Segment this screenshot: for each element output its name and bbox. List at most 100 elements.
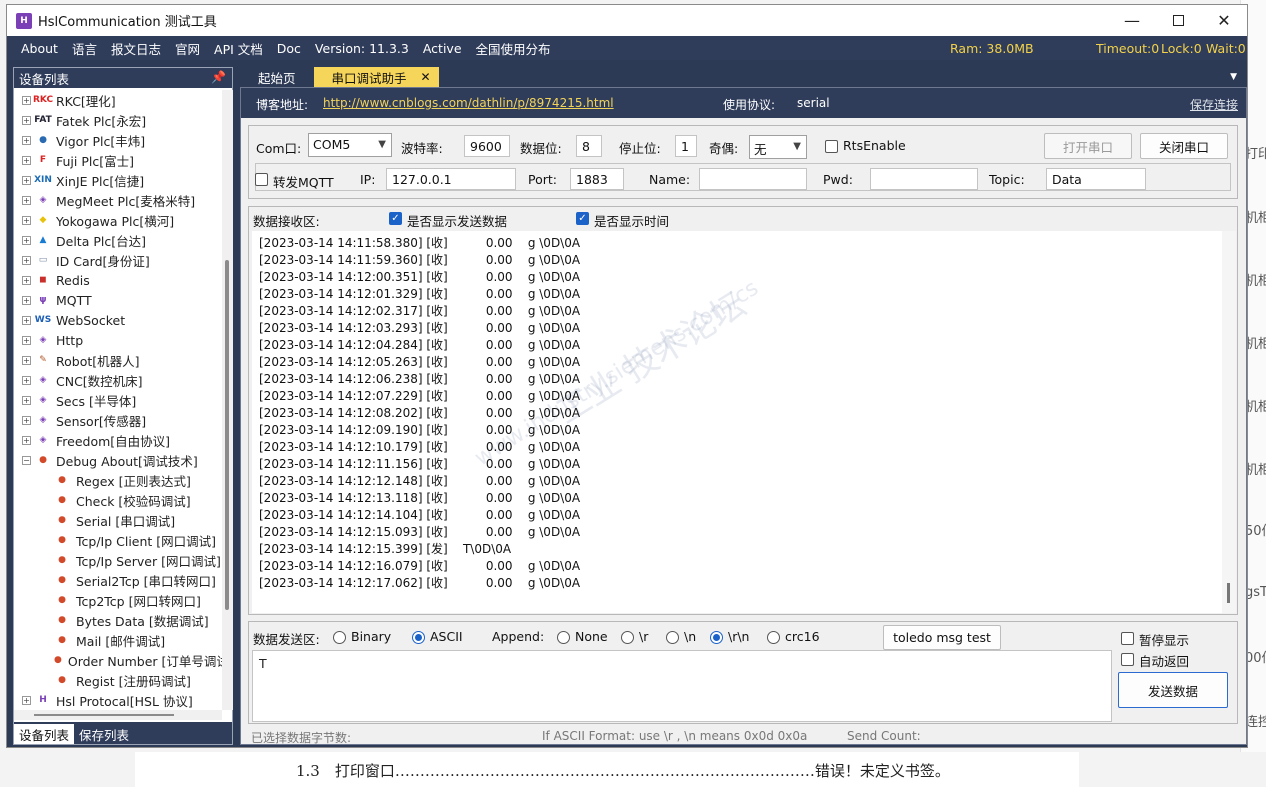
open-port-button[interactable]: 打开串口: [1044, 133, 1132, 159]
tabs-dropdown-icon[interactable]: ▼: [1230, 72, 1237, 82]
rts-enable-checkbox[interactable]: [825, 140, 838, 153]
tab-close-icon[interactable]: ✕: [421, 70, 431, 84]
close-window-button[interactable]: ✕: [1201, 5, 1247, 36]
expand-icon[interactable]: +: [22, 255, 31, 265]
menu-message-log[interactable]: 报文日志: [111, 39, 161, 58]
maximize-button[interactable]: [1155, 5, 1201, 36]
tree-node[interactable]: + ◼ Redis: [14, 270, 222, 290]
pause-display-checkbox[interactable]: [1121, 632, 1134, 645]
collapse-icon[interactable]: −: [22, 455, 31, 465]
tree-child-node[interactable]: ● Regex [正则表达式]: [14, 470, 222, 490]
menu-version[interactable]: Version: 11.3.3: [315, 41, 409, 56]
tree-node[interactable]: + XIN XinJE Plc[信捷]: [14, 170, 222, 190]
tree-node[interactable]: + ▭ ID Card[身份证]: [14, 250, 222, 270]
tree-child-node[interactable]: ● Serial2Tcp [串口转网口]: [14, 570, 222, 590]
tree-node[interactable]: + F Fuji Plc[富士]: [14, 150, 222, 170]
tree-child-node[interactable]: ● Tcp/Ip Client [网口调试]: [14, 530, 222, 550]
menu-official-site[interactable]: 官网: [175, 39, 200, 58]
tree-node[interactable]: + WS WebSocket: [14, 310, 222, 330]
device-tree-scrollbar[interactable]: [222, 90, 233, 710]
tree-child-node[interactable]: ● Bytes Data [数据调试]: [14, 610, 222, 630]
expand-icon[interactable]: +: [22, 435, 31, 445]
receive-log-scrollbar[interactable]: [1222, 231, 1236, 613]
expand-icon[interactable]: +: [22, 415, 31, 425]
send-input[interactable]: T: [252, 650, 1112, 722]
menu-usage-map[interactable]: 全国使用分布: [476, 39, 551, 58]
tree-node[interactable]: + ◈ CNC[数控机床]: [14, 370, 222, 390]
tree-child-node[interactable]: ● Tcp2Tcp [网口转网口]: [14, 590, 222, 610]
expand-icon[interactable]: +: [22, 695, 31, 705]
menu-active[interactable]: Active: [423, 41, 462, 56]
expand-icon[interactable]: +: [22, 375, 31, 385]
expand-icon[interactable]: +: [22, 335, 31, 345]
pin-icon[interactable]: 📌: [211, 70, 226, 84]
toledo-test-button[interactable]: toledo msg test: [883, 625, 1001, 650]
tree-node[interactable]: + ✎ Robot[机器人]: [14, 350, 222, 370]
tree-node[interactable]: + ◈ Freedom[自由协议]: [14, 430, 222, 450]
mqtt-ip-input[interactable]: 127.0.0.1: [386, 168, 516, 190]
append-n-radio[interactable]: [666, 631, 679, 644]
send-data-button[interactable]: 发送数据: [1118, 672, 1228, 708]
menu-language[interactable]: 语言: [72, 39, 97, 58]
tree-node[interactable]: + ◈ Sensor[传感器]: [14, 410, 222, 430]
tree-node[interactable]: + RKC RKC[理化]: [14, 90, 222, 110]
tree-node[interactable]: + FAT Fatek Plc[永宏]: [14, 110, 222, 130]
expand-icon[interactable]: +: [22, 395, 31, 405]
minimize-button[interactable]: —: [1109, 5, 1155, 36]
expand-icon[interactable]: +: [22, 235, 31, 245]
menu-about[interactable]: About: [21, 41, 58, 56]
mqtt-pwd-input[interactable]: [870, 168, 978, 190]
mqtt-topic-input[interactable]: Data: [1046, 168, 1146, 190]
tab-start-page[interactable]: 起始页: [240, 67, 314, 87]
receive-log[interactable]: 工业 技术论坛 www.industry.siemens.com/cs [202…: [252, 231, 1236, 613]
tree-node[interactable]: − ● Debug About[调试技术]: [14, 450, 222, 470]
tab-saved-list[interactable]: 保存列表: [74, 724, 134, 744]
show-send-checkbox[interactable]: ✓: [389, 212, 402, 225]
stop-bits-input[interactable]: 1: [675, 135, 697, 157]
tree-node[interactable]: + ◈ Http: [14, 330, 222, 350]
tree-child-node[interactable]: ● Order Number [订单号调试]: [14, 650, 222, 670]
tree-child-node[interactable]: ● Check [校验码调试]: [14, 490, 222, 510]
tab-device-list[interactable]: 设备列表: [14, 724, 75, 744]
expand-icon[interactable]: +: [22, 175, 31, 185]
expand-icon[interactable]: +: [22, 355, 31, 365]
expand-icon[interactable]: +: [22, 275, 31, 285]
tree-node[interactable]: + ◈ MegMeet Plc[麦格米特]: [14, 190, 222, 210]
auto-return-checkbox[interactable]: [1121, 653, 1134, 666]
expand-icon[interactable]: +: [22, 135, 31, 145]
parity-select[interactable]: 无 ▼: [749, 135, 807, 159]
mqtt-forward-checkbox[interactable]: [255, 173, 268, 186]
append-crc16-radio[interactable]: [767, 631, 780, 644]
expand-icon[interactable]: +: [22, 95, 31, 105]
append-none-radio[interactable]: [557, 631, 570, 644]
tree-child-node[interactable]: ● Tcp/Ip Server [网口调试]: [14, 550, 222, 570]
tree-node[interactable]: + ◈ Secs [半导体]: [14, 390, 222, 410]
mqtt-name-input[interactable]: [699, 168, 807, 190]
com-port-select[interactable]: COM5 ▼: [308, 133, 392, 157]
device-tree-hscrollbar[interactable]: [14, 710, 222, 720]
append-rn-radio[interactable]: [710, 631, 723, 644]
expand-icon[interactable]: +: [22, 295, 31, 305]
tree-node[interactable]: + ▲ Delta Plc[台达]: [14, 230, 222, 250]
blog-link[interactable]: http://www.cnblogs.com/dathlin/p/8974215…: [323, 96, 614, 110]
tree-child-node[interactable]: ● Mail [邮件调试]: [14, 630, 222, 650]
save-connection-link[interactable]: 保存连接: [1190, 96, 1238, 113]
tree-node[interactable]: + ψ MQTT: [14, 290, 222, 310]
expand-icon[interactable]: +: [22, 315, 31, 325]
expand-icon[interactable]: +: [22, 115, 31, 125]
expand-icon[interactable]: +: [22, 215, 31, 225]
expand-icon[interactable]: +: [22, 195, 31, 205]
append-r-radio[interactable]: [621, 631, 634, 644]
show-time-checkbox[interactable]: ✓: [576, 212, 589, 225]
expand-icon[interactable]: +: [22, 155, 31, 165]
tree-node[interactable]: + ◆ Yokogawa Plc[横河]: [14, 210, 222, 230]
data-bits-input[interactable]: 8: [576, 135, 602, 157]
tree-child-node[interactable]: ● Regist [注册码调试]: [14, 670, 222, 690]
close-port-button[interactable]: 关闭串口: [1140, 133, 1228, 159]
tree-node[interactable]: + H Hsl Protocal[HSL 协议]: [14, 690, 222, 710]
ascii-radio[interactable]: [412, 631, 425, 644]
binary-radio[interactable]: [333, 631, 346, 644]
menu-api-docs[interactable]: API 文档: [214, 39, 263, 58]
tree-node[interactable]: + ● Vigor Plc[丰炜]: [14, 130, 222, 150]
mqtt-port-input[interactable]: 1883: [570, 168, 624, 190]
